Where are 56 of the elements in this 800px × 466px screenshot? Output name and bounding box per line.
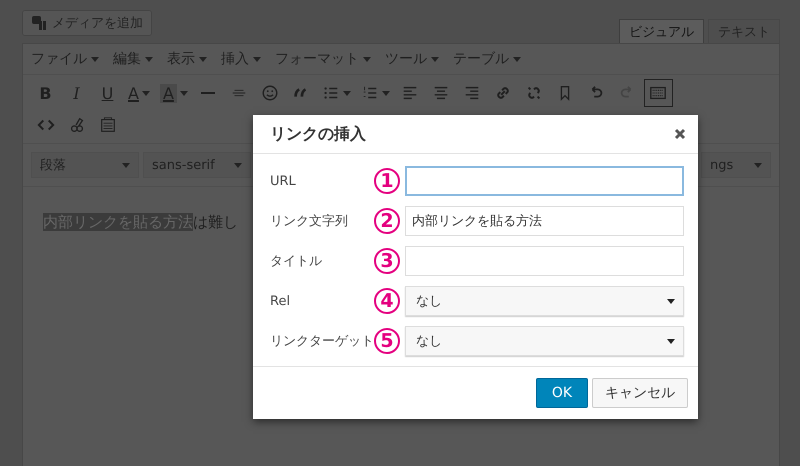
step-number: 4 — [374, 288, 400, 314]
step-number: 2 — [374, 208, 400, 234]
caret-icon — [382, 90, 390, 96]
toolbar-format-button[interactable]: I — [62, 79, 91, 107]
editor-tab[interactable]: ビジュアル — [619, 19, 704, 43]
caret-icon — [180, 90, 188, 96]
menu-item[interactable]: 挿入 — [221, 50, 261, 68]
media-icon — [31, 15, 47, 31]
menu-item[interactable]: テーブル — [453, 50, 521, 68]
input-field[interactable] — [405, 166, 684, 196]
input-field[interactable] — [405, 246, 684, 276]
align-right-icon — [463, 84, 482, 102]
menu-item[interactable]: 編集 — [113, 50, 153, 68]
menu-item[interactable]: フォーマット — [275, 50, 371, 68]
field-label: リンクターゲット — [270, 333, 374, 350]
toolbar-format-button[interactable]: B — [31, 79, 60, 107]
caret-icon — [199, 56, 207, 62]
keyboard-icon — [649, 84, 668, 102]
caret-icon — [342, 90, 351, 96]
caret-icon — [122, 162, 130, 168]
clipboard-icon — [98, 116, 116, 134]
field-label: タイトル — [270, 253, 323, 270]
select-field[interactable]: なし — [405, 286, 684, 316]
select-field[interactable]: なし — [405, 326, 684, 356]
field-label: リンク文字列 — [270, 213, 349, 230]
caret-icon — [513, 56, 521, 62]
align-left-icon — [401, 84, 420, 102]
dialog-title: リンクの挿入 — [270, 124, 366, 144]
field-label: Rel — [270, 294, 292, 308]
close-icon[interactable] — [674, 128, 686, 140]
caret-icon — [363, 56, 371, 62]
horizontal-line-icon — [201, 92, 216, 94]
caret-icon — [431, 56, 439, 62]
caret-icon — [91, 56, 99, 62]
ok-button[interactable]: OK — [536, 378, 588, 408]
cancel-button[interactable]: キャンセル — [592, 378, 688, 408]
caret-icon — [667, 338, 675, 344]
caret-icon — [667, 298, 675, 304]
caret-icon — [145, 56, 153, 62]
step-number: 3 — [374, 248, 400, 274]
field-label: URL — [270, 174, 297, 188]
caret-icon — [234, 162, 242, 168]
toolbar-format-button[interactable]: A — [124, 79, 154, 107]
align-center-icon — [432, 84, 450, 102]
toolbar-format-button[interactable]: U — [93, 79, 122, 107]
step-number: 5 — [374, 328, 400, 354]
menu-item[interactable]: ツール — [385, 50, 439, 68]
step-number: 1 — [374, 168, 400, 194]
caret-icon — [142, 90, 150, 96]
smiley-icon — [261, 84, 280, 102]
menu-item[interactable]: ファイル — [31, 50, 99, 68]
input-field[interactable]: 内部リンクを貼る方法 — [405, 206, 684, 236]
toolbar-icon-button[interactable] — [644, 79, 673, 107]
caret-icon — [754, 162, 762, 168]
caret-icon — [253, 56, 261, 62]
menu-item[interactable]: 表示 — [167, 50, 207, 68]
